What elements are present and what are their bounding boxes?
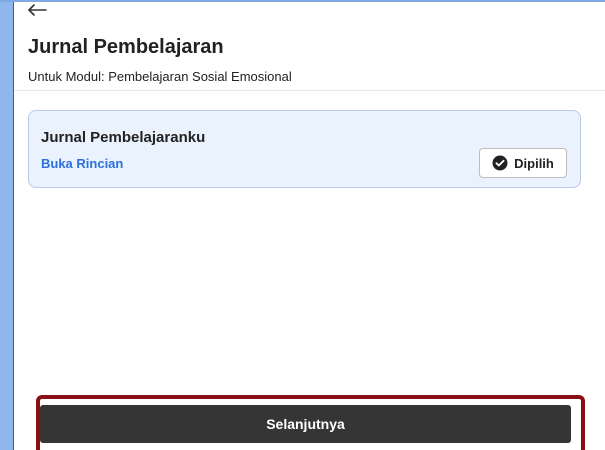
page-subtitle: Untuk Modul: Pembelajaran Sosial Emosion… [28, 69, 292, 84]
app-screen: Jurnal Pembelajaran Untuk Modul: Pembela… [0, 0, 605, 450]
page-title: Jurnal Pembelajaran [28, 36, 224, 58]
left-window-frame [0, 0, 14, 450]
main-content: Jurnal Pembelajaran Untuk Modul: Pembela… [14, 2, 605, 450]
arrow-left-icon [26, 2, 48, 23]
header-divider [14, 90, 605, 91]
selected-label: Dipilih [514, 155, 554, 171]
back-button[interactable] [26, 2, 56, 22]
journal-option-card[interactable]: Jurnal Pembelajaranku Buka Rincian Dipil… [28, 110, 581, 188]
open-details-link[interactable]: Buka Rincian [41, 156, 123, 172]
selected-button[interactable]: Dipilih [479, 148, 567, 178]
check-circle-icon [492, 155, 508, 171]
journal-option-title: Jurnal Pembelajaranku [41, 129, 206, 146]
next-button[interactable]: Selanjutnya [40, 405, 571, 443]
